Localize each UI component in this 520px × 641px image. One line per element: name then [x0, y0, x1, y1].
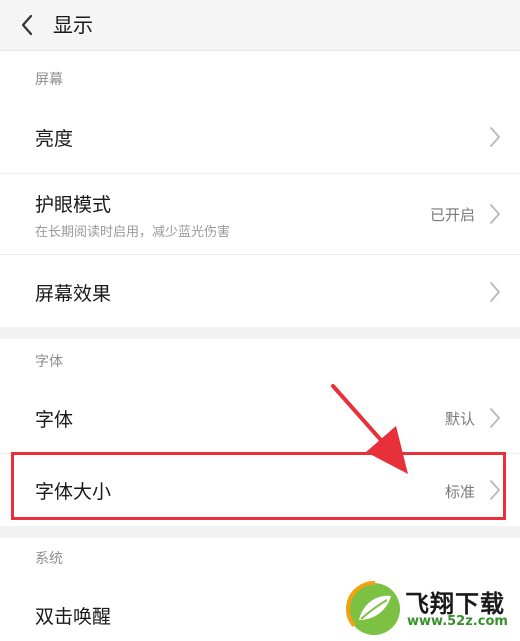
section-label-system: 系统: [35, 551, 63, 567]
chevron-right-icon: [490, 480, 500, 500]
row-title-font: 字体: [35, 409, 74, 431]
section-gap: [0, 327, 520, 339]
section-label-screen: 屏幕: [35, 72, 63, 88]
section-header-font: 字体: [0, 339, 520, 381]
row-title-eye-protection: 护眼模式: [35, 194, 112, 216]
row-value-font-size: 标准: [444, 483, 475, 501]
section-header-screen: 屏幕: [0, 51, 520, 101]
chevron-right-icon: [490, 204, 500, 224]
settings-row-brightness[interactable]: 亮度: [0, 101, 520, 173]
row-value-eye-protection: 已开启: [429, 206, 475, 224]
top-app-bar: 显示: [0, 0, 520, 51]
chevron-right-icon: [490, 127, 500, 147]
row-value-font: 默认: [444, 410, 475, 428]
settings-row-eye-protection[interactable]: 护眼模式 在长期阅读时启用，减少蓝光伤害 已开启: [0, 174, 520, 254]
section-gap: [0, 526, 520, 538]
back-button[interactable]: [14, 10, 40, 40]
chevron-left-icon: [21, 14, 33, 36]
row-subtitle-eye-protection: 在长期阅读时启用，减少蓝光伤害: [35, 225, 231, 240]
section-header-system: 系统: [0, 538, 520, 580]
row-title-font-size: 字体大小: [35, 481, 112, 503]
settings-row-double-tap-wake[interactable]: 双击唤醒: [0, 580, 520, 641]
settings-row-font-size[interactable]: 字体大小 标准: [0, 454, 520, 526]
settings-row-font[interactable]: 字体 默认: [0, 381, 520, 453]
chevron-right-icon: [490, 282, 500, 302]
chevron-right-icon: [490, 408, 500, 428]
settings-row-screen-effect[interactable]: 屏幕效果: [0, 255, 520, 327]
page-title: 显示: [53, 13, 93, 37]
row-title-double-tap-wake: 双击唤醒: [35, 606, 112, 628]
row-title-brightness: 亮度: [35, 128, 74, 150]
section-label-font: 字体: [35, 354, 63, 370]
row-title-screen-effect: 屏幕效果: [35, 283, 112, 305]
